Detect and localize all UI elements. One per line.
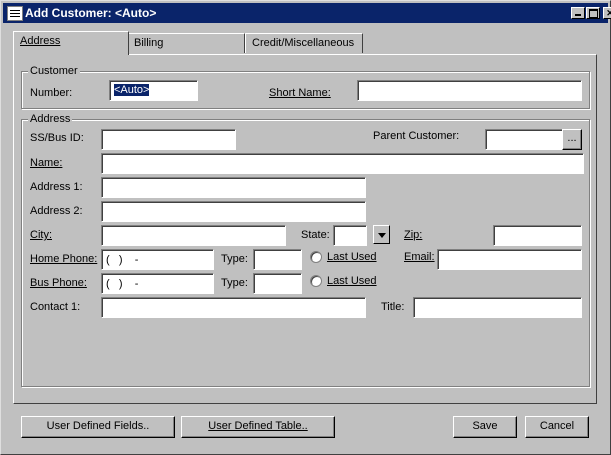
cancel-button[interactable]: Cancel (525, 416, 589, 438)
address2-label: Address 2: (30, 205, 83, 217)
bus-last-used-radio[interactable] (310, 275, 322, 287)
customer-group: Customer Number: <Auto> Short Name: (21, 65, 590, 109)
short-name-field[interactable] (357, 80, 582, 101)
bus-phone-type-field[interactable] (253, 273, 302, 294)
city-field[interactable] (101, 225, 286, 246)
tab-billing-label: Billing (134, 37, 164, 49)
address2-field[interactable] (101, 201, 366, 222)
zip-field[interactable] (493, 225, 582, 246)
tab-billing[interactable]: Billing (127, 33, 245, 53)
address1-label: Address 1: (30, 181, 83, 193)
tab-credit-label: Credit/Miscellaneous (252, 37, 355, 49)
zip-label: Zip: (404, 229, 423, 241)
bus-phone-type-label: Type: (221, 277, 248, 289)
short-name-label: Short Name: (269, 87, 331, 99)
title-label: Title: (381, 301, 405, 313)
add-customer-window: Add Customer: <Auto> ✕ Billing Credit/Mi… (0, 0, 611, 455)
user-defined-table-label: User Defined Table.. (208, 420, 308, 432)
user-defined-fields-button[interactable]: User Defined Fields.. (21, 416, 175, 438)
number-value: <Auto> (114, 84, 150, 96)
home-phone-type-field[interactable] (253, 249, 302, 270)
title-bar[interactable]: Add Customer: <Auto> ✕ (3, 3, 611, 23)
number-field[interactable]: <Auto> (109, 80, 198, 101)
close-icon[interactable]: ✕ (603, 7, 611, 19)
number-label: Number: (30, 87, 73, 99)
parent-customer-field[interactable] (485, 129, 563, 150)
maximize-icon[interactable] (586, 7, 600, 19)
home-phone-label: Home Phone: (30, 253, 98, 265)
home-phone-type-label: Type: (221, 253, 248, 265)
home-last-used-radio[interactable] (310, 251, 322, 263)
contact1-label: Contact 1: (30, 301, 81, 313)
contact1-field[interactable] (101, 297, 366, 318)
home-last-used-label: Last Used (327, 251, 377, 263)
parent-customer-label: Parent Customer: (373, 130, 460, 142)
bus-phone-field[interactable] (101, 273, 214, 294)
address1-field[interactable] (101, 177, 366, 198)
city-label: City: (30, 229, 52, 241)
ss-bus-id-label: SS/Bus ID: (30, 132, 84, 144)
address-group: Address SS/Bus ID: Parent Customer: ... … (21, 113, 590, 387)
minimize-icon[interactable] (571, 7, 585, 19)
address-tab-panel: Customer Number: <Auto> Short Name: Addr… (13, 54, 597, 404)
parent-customer-browse-button[interactable]: ... (562, 129, 582, 150)
name-label: Name: (30, 157, 63, 169)
ss-bus-id-field[interactable] (101, 129, 236, 150)
user-defined-table-button[interactable]: User Defined Table.. (181, 416, 335, 438)
email-label: Email: (404, 251, 435, 263)
address-group-title: Address (28, 113, 73, 125)
email-field[interactable] (437, 249, 582, 270)
customer-group-title: Customer (28, 65, 80, 77)
title-field[interactable] (413, 297, 582, 318)
tab-address-label: Address (20, 35, 61, 47)
bus-phone-label: Bus Phone: (30, 277, 87, 289)
bus-last-used-label: Last Used (327, 275, 377, 287)
save-button[interactable]: Save (453, 416, 517, 438)
state-label: State: (301, 229, 330, 241)
tab-credit-miscellaneous[interactable]: Credit/Miscellaneous (245, 33, 363, 53)
state-field[interactable] (333, 225, 367, 246)
app-icon (7, 6, 23, 21)
name-field[interactable] (101, 153, 584, 174)
state-dropdown-icon[interactable] (373, 225, 390, 244)
home-phone-field[interactable] (101, 249, 214, 270)
window-title: Add Customer: <Auto> (25, 6, 157, 20)
tab-address[interactable]: Address (13, 31, 129, 55)
